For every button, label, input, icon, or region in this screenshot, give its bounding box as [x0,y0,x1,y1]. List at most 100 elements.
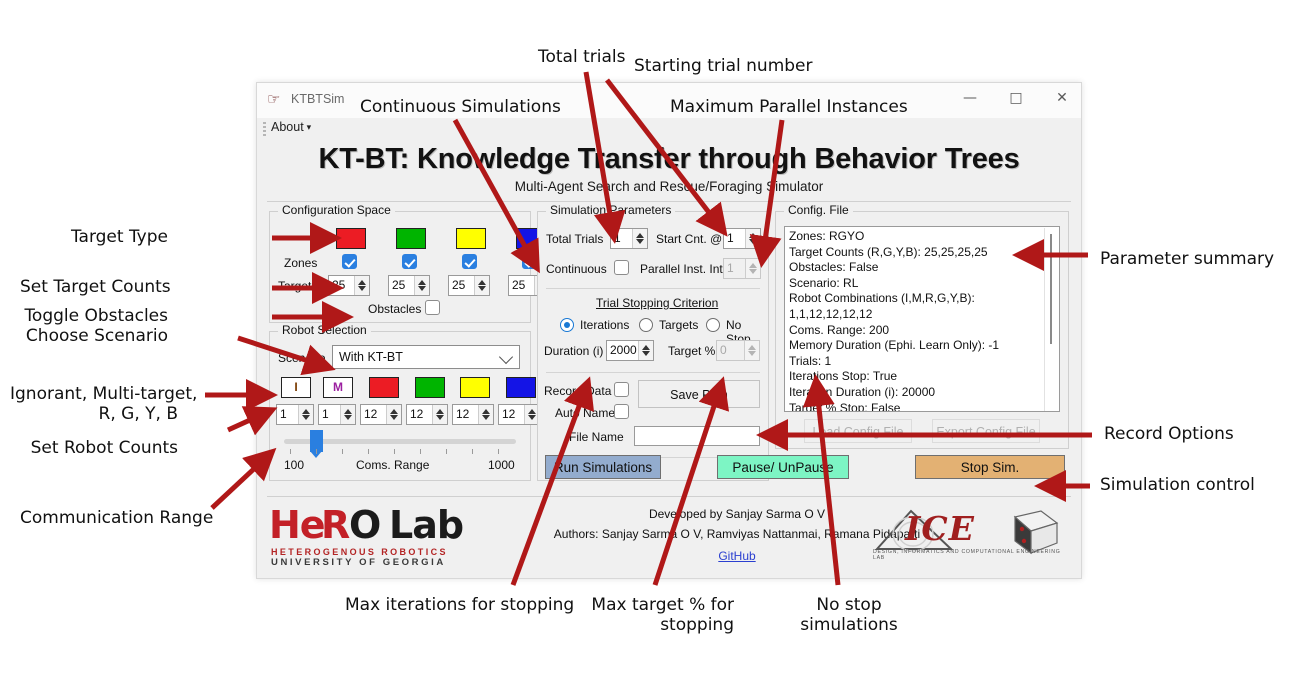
load-config-button[interactable]: Load Config File [804,419,912,443]
annotation-no-stop: No stop simulations [800,595,898,636]
zone-checkbox-blue[interactable] [522,254,537,269]
robot-badge-ignorant[interactable]: I [281,377,311,398]
parallel-instances-value: 1 [727,261,734,275]
hero-logo-lab: Lab [389,503,464,547]
parallel-instances-stepper[interactable] [745,259,760,278]
robot-count-yellow[interactable]: 12 [452,404,494,425]
config-file-group: Config. File Zones: RGYO Target Counts (R… [775,203,1069,449]
target-count-red-stepper[interactable] [354,276,369,295]
radio-targets[interactable] [639,318,653,332]
zone-checkbox-green[interactable] [402,254,417,269]
run-simulations-button[interactable]: Run Simulations [545,455,661,479]
config-file-line: Obstacles: False [789,260,879,275]
page-title: KT-BT: Knowledge Transfer through Behavi… [318,143,1020,175]
divider [546,288,760,289]
target-count-red[interactable]: 25 [328,275,370,296]
robot-count-green[interactable]: 12 [406,404,448,425]
config-file-textarea[interactable]: Zones: RGYO Target Counts (R,G,Y,B): 25,2… [784,226,1060,412]
duration-input[interactable]: 2000 [606,340,654,361]
target-percent-input[interactable]: 0 [716,340,760,361]
target-count-yellow-stepper[interactable] [474,276,489,295]
annotation-parameter-summary: Parameter summary [1100,249,1275,269]
robot-count-blue-value: 12 [502,407,516,421]
app-icon: ☞ [267,91,281,108]
scrollbar-thumb[interactable] [1050,234,1052,344]
duration-label: Duration (i) [544,344,604,358]
start-count-value: 1 [727,231,734,245]
continuous-label: Continuous [546,262,607,276]
robot-count-multitarget[interactable]: 1 [318,404,356,425]
total-trials-input[interactable]: 1 [610,228,648,249]
robot-count-red-stepper[interactable] [386,405,401,424]
radio-no-stop[interactable] [706,318,720,332]
radio-iterations[interactable] [560,318,574,332]
configuration-space-group: Configuration Space Zones Targets 25 25 … [269,203,550,323]
annotation-record-options: Record Options [1104,424,1234,444]
robot-swatch-green[interactable] [415,377,445,398]
start-count-stepper[interactable] [745,229,760,248]
auto-name-checkbox[interactable] [614,404,629,419]
obstacles-checkbox[interactable] [425,300,440,315]
parallel-instances-input[interactable]: 1 [723,258,761,279]
simulation-parameters-legend: Simulation Parameters [546,203,676,217]
robot-count-green-stepper[interactable] [432,405,447,424]
target-percent-stepper[interactable] [744,341,759,360]
chevron-down-icon [498,349,514,365]
robot-swatch-blue[interactable] [506,377,536,398]
duration-value: 2000 [610,343,637,357]
total-trials-stepper[interactable] [632,229,647,248]
robot-badge-multitarget[interactable]: M [323,377,353,398]
stop-sim-button[interactable]: Stop Sim. [915,455,1065,479]
config-file-line: Memory Duration (Ephi. Learn Only): -1 [789,338,1000,353]
record-data-label: Record Data [544,384,612,398]
config-file-lines: Zones: RGYO Target Counts (R,G,Y,B): 25,2… [789,229,1059,412]
robot-count-yellow-stepper[interactable] [478,405,493,424]
config-file-line: Trials: 1 [789,353,832,368]
scenario-select[interactable]: With KT-BT [332,345,520,369]
target-count-green-stepper[interactable] [414,276,429,295]
dice-logo-tagline: DESIGN, INFORMATICS AND COMPUTATIONAL EN… [873,549,1061,561]
target-swatch-yellow[interactable] [456,228,486,249]
config-file-line: Target % Stop: False [789,400,901,412]
duration-stepper[interactable] [638,341,653,360]
annotation-continuous-simulations: Continuous Simulations [360,97,561,117]
application-window: ☞ KTBTSim — □ ✕ About ▾ KT-BT: Knowledge … [256,82,1082,579]
target-count-green-value: 25 [392,278,406,292]
menu-grip-icon [263,122,266,138]
target-count-yellow[interactable]: 25 [448,275,490,296]
hero-logo-o: O [349,503,381,547]
zone-checkbox-red[interactable] [342,254,357,269]
robot-count-multitarget-stepper[interactable] [340,405,355,424]
annotation-starting-trial-number: Starting trial number [634,56,813,76]
annotation-total-trials: Total trials [538,47,626,67]
robot-count-red[interactable]: 12 [360,404,402,425]
file-name-input[interactable] [634,426,760,446]
pause-unpause-button[interactable]: Pause/ UnPause [717,455,849,479]
start-count-input[interactable]: 1 [723,228,761,249]
robot-count-blue[interactable]: 12 [498,404,540,425]
zone-checkbox-yellow[interactable] [462,254,477,269]
target-swatch-red[interactable] [336,228,366,249]
close-button[interactable]: ✕ [1039,83,1085,113]
radio-targets-label: Targets [659,318,699,332]
robot-count-yellow-value: 12 [456,407,470,421]
menu-item-about[interactable]: About ▾ [271,120,311,134]
record-data-checkbox[interactable] [614,382,629,397]
robot-count-ignorant-stepper[interactable] [298,405,313,424]
target-count-blue-value: 25 [512,278,526,292]
parallel-instances-label: Parallel Inst. Int. [640,262,727,276]
maximize-button[interactable]: □ [993,83,1039,113]
save-path-button[interactable]: Save Path [638,380,760,408]
robot-count-ignorant[interactable]: 1 [276,404,314,425]
config-file-scrollbar[interactable] [1044,228,1058,411]
annotation-set-robot-counts: Set Robot Counts [30,438,178,458]
target-swatch-green[interactable] [396,228,426,249]
minimize-button[interactable]: — [947,83,993,113]
robot-swatch-yellow[interactable] [460,377,490,398]
target-count-green[interactable]: 25 [388,275,430,296]
github-link[interactable]: GitHub [707,549,767,563]
continuous-checkbox[interactable] [614,260,629,275]
hero-logo-university: UNIVERSITY OF GEORGIA [271,557,446,568]
export-config-button[interactable]: Export Config File [932,419,1040,443]
robot-swatch-red[interactable] [369,377,399,398]
